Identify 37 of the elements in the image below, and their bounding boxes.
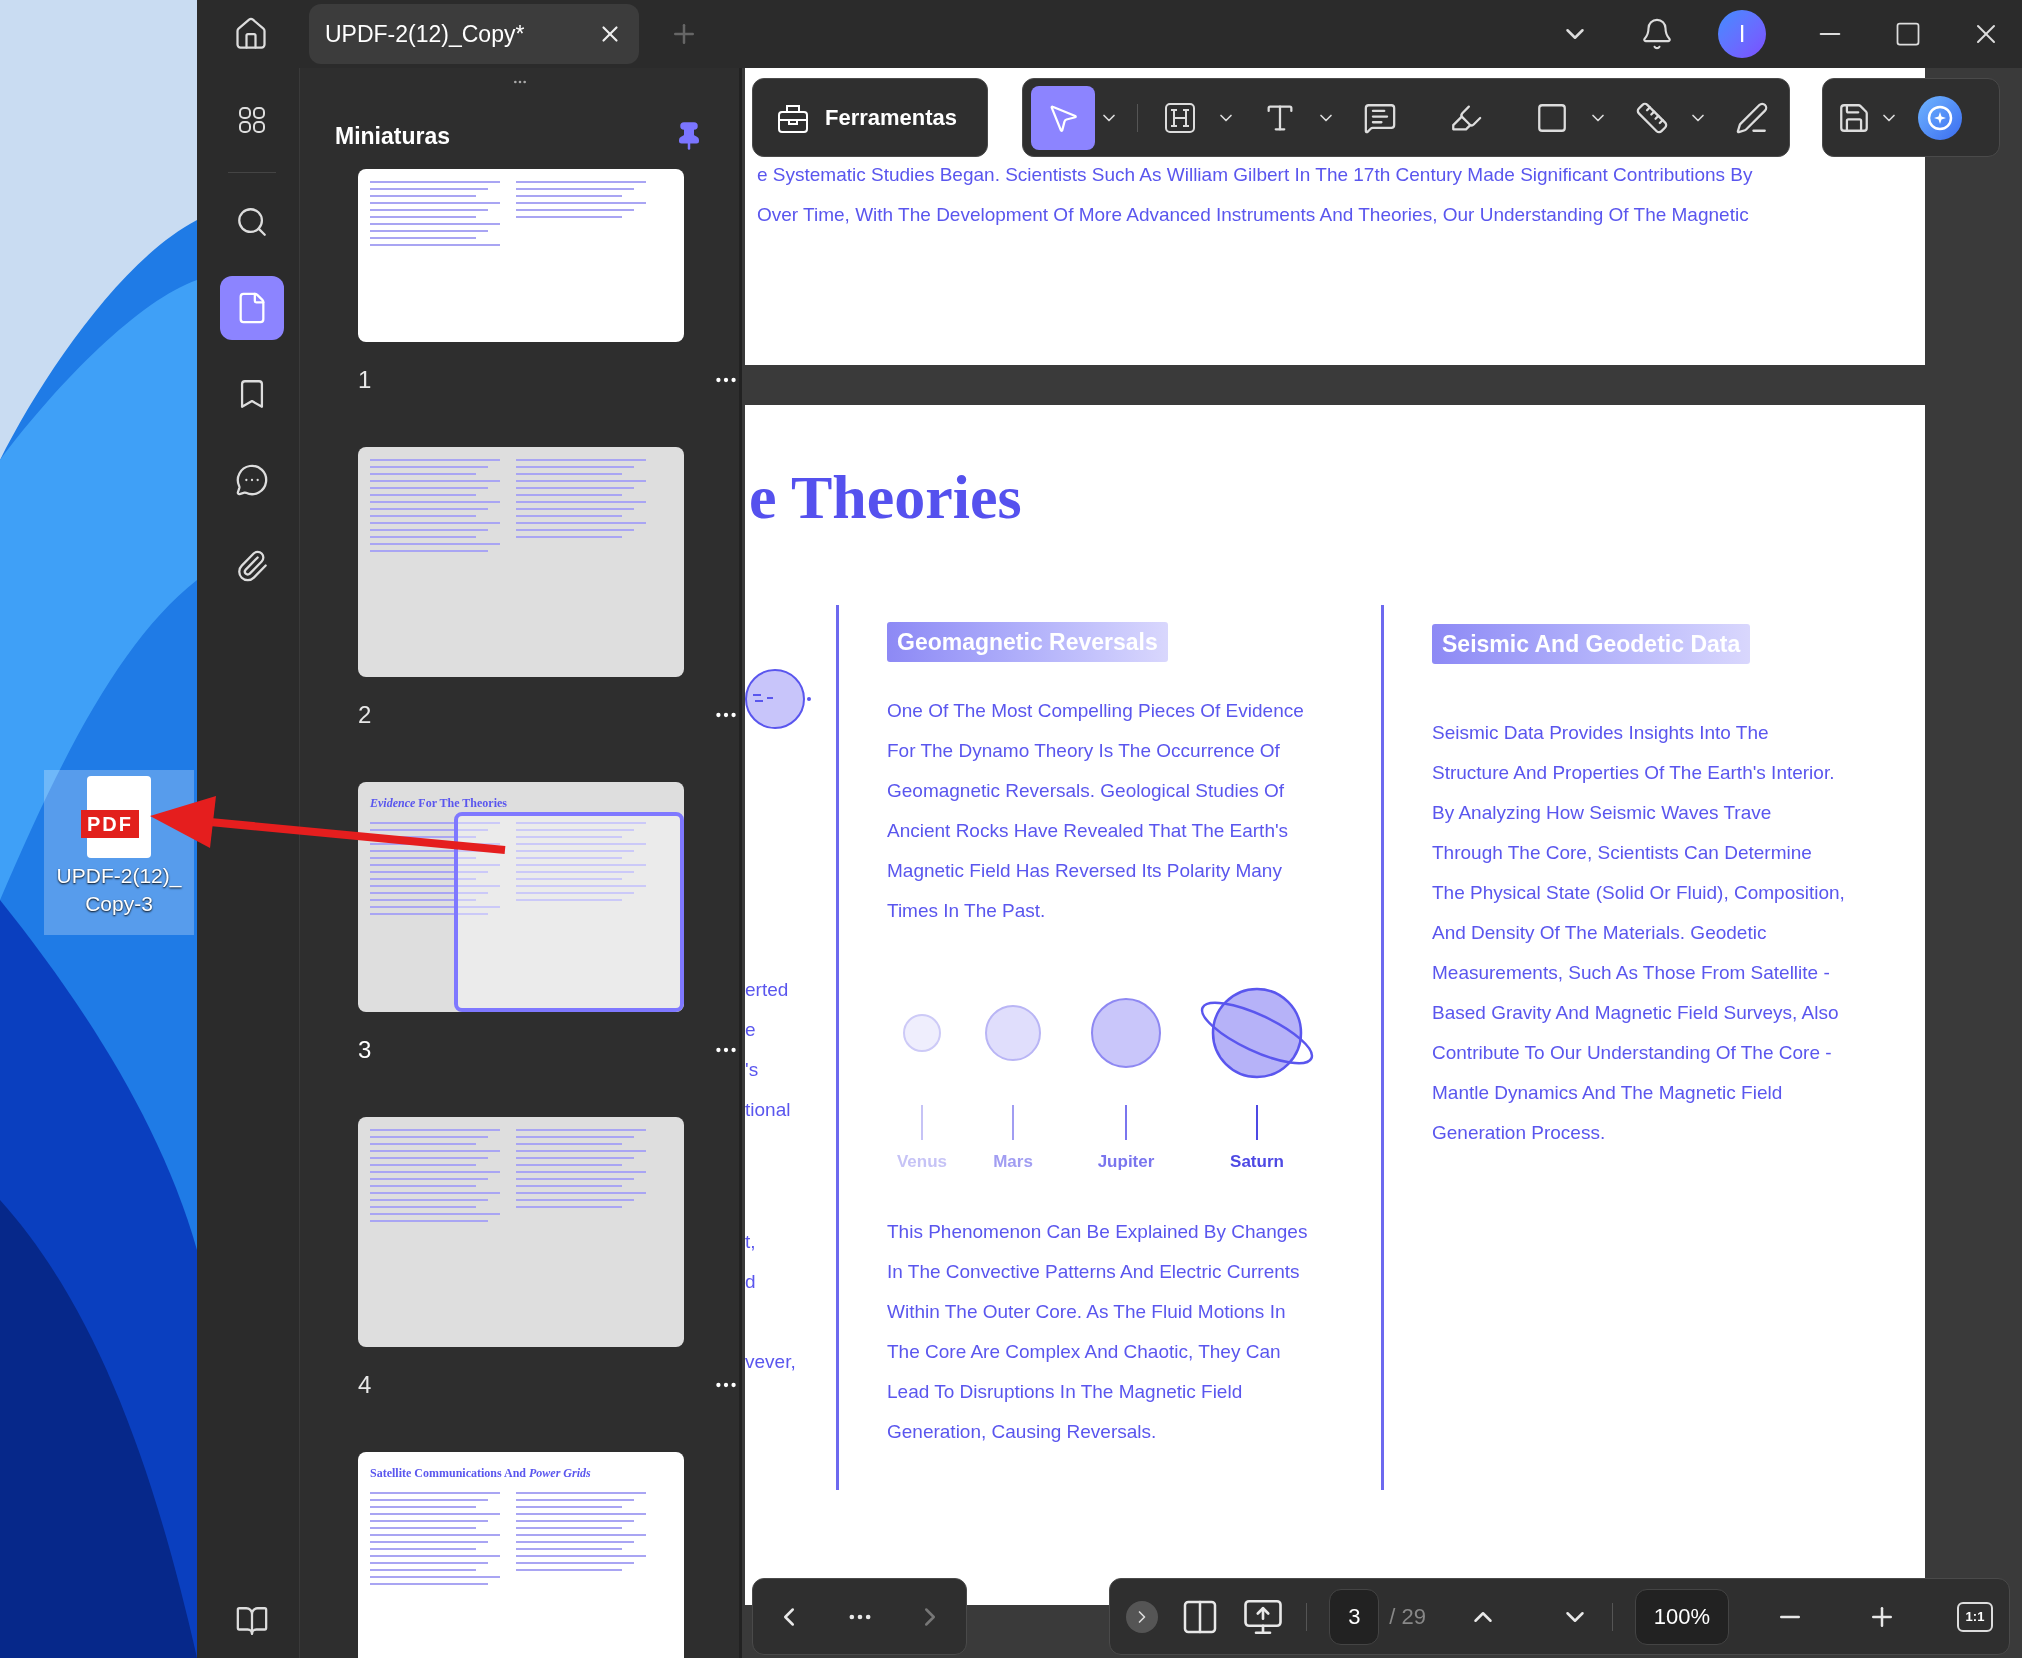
paragraph: One Of The Most Compelling Pieces Of Evidence For The Dynamo Theory Is The Occurrence Of Geomagnetic Reversals. Geological Studies Of Ancient Rocks Have Revealed That The Earth's Magnetic Field Has Reversed Its Polarity Many Times In The Past. <box>887 699 1305 923</box>
page-thumbnail[interactable]: Evidence For The Theories <box>358 782 684 1012</box>
panel-title: Miniaturas <box>335 121 451 151</box>
page-number: 4 <box>358 1369 372 1400</box>
page-total: / 29 <box>1389 1603 1426 1631</box>
planet-label: Mars <box>993 1151 1033 1173</box>
planet-label: Jupiter <box>1097 1151 1155 1173</box>
actual-size-button[interactable]: 1:1 <box>1957 1601 1993 1632</box>
page-text: t, <box>745 1230 757 1254</box>
page-number: 3 <box>358 1034 372 1065</box>
planet-label: Saturn <box>1230 1151 1284 1173</box>
page-number: 1 <box>358 364 372 395</box>
page-text: d <box>745 1270 757 1294</box>
desktop-file-icon[interactable]: PDF UPDF-2(12)_ Copy-3 <box>44 770 194 935</box>
page-heading: e Theories <box>749 462 1023 533</box>
document-tab[interactable]: UPDF-2(12)_Copy* <box>309 4 639 64</box>
section-label: Geomagnetic Reversals <box>887 622 1168 662</box>
paragraph: Seismic Data Provides Insights Into The Structure And Properties Of The Earth's Interior. By Analyzing How Seismic Waves Trave Through The Core, Scientists Can Determine The Physical State (Solid Or Fluid), Composition, And Density Of The Materials. Geodetic Measurements, Such As Those From Satellite - Based Gravity And Magnetic Field Surveys, Also Contribute To Our Understanding Of The Core - Mantle Dynamics And The Magnetic Field Generation Process. <box>1432 721 1845 1145</box>
tools-button[interactable]: Ferramentas <box>752 78 988 157</box>
thumbnail-title: Evidence For The Theories <box>370 795 508 812</box>
page-text: e <box>745 1018 757 1042</box>
page-text: 's <box>745 1058 760 1082</box>
page-text: vever, <box>745 1350 797 1374</box>
page-text: e Systematic Studies Began. Scientists Such As William Gilbert In The 17th Century Made Significant Contributions By Over Time, With The Development Of More Advanced Instruments And Theories, Our Understanding Of The Magnetic <box>757 163 1754 227</box>
user-avatar[interactable]: I <box>1718 10 1766 58</box>
page-field[interactable]: 3 <box>1329 1588 1380 1645</box>
paragraph: This Phenomenon Can Be Explained By Changes In The Convective Patterns And Electric Currents Within The Outer Core. As The Fluid Motions In The Core Are Complex And Chaotic, They Can Lead To Disruptions In The Magnetic Field Generation, Causing Reversals. <box>887 1220 1309 1444</box>
planet-label: Venus <box>896 1151 948 1173</box>
tab-title: UPDF-2(12)_Copy* <box>325 19 525 49</box>
pdf-badge: PDF <box>81 810 139 838</box>
zoom-field[interactable]: 100% <box>1635 1588 1729 1645</box>
page-text: erted <box>745 978 790 1002</box>
file-name: UPDF-2(12)_ Copy-3 <box>56 863 182 917</box>
page-number: 2 <box>358 699 372 730</box>
thumbnail-title: Satellite Communications And Power Grids <box>370 1465 592 1482</box>
page-text: tional <box>745 1098 792 1122</box>
page-thumbnail[interactable]: Satellite Communications And Power Grids <box>358 1452 684 1658</box>
